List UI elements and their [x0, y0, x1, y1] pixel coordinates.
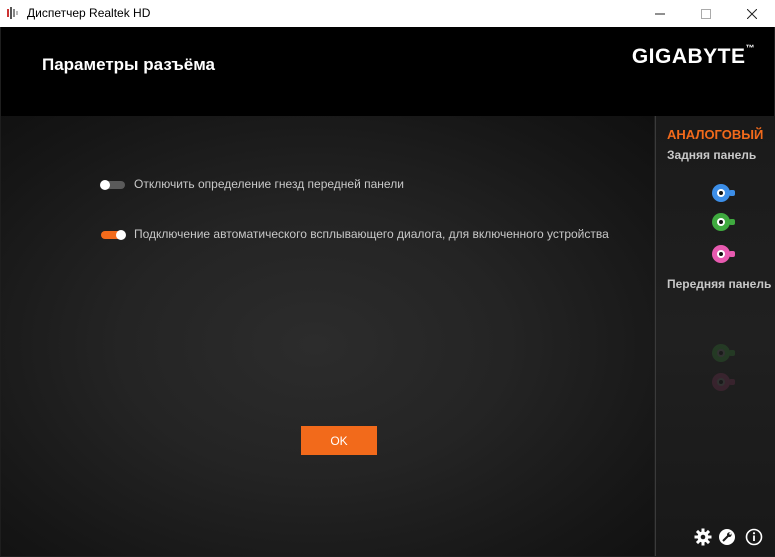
- gear-glyph: [694, 528, 712, 546]
- wrench-glyph: [719, 529, 735, 545]
- info-icon[interactable]: [745, 528, 763, 546]
- jack-core: [717, 189, 725, 197]
- jack-core: [717, 250, 725, 258]
- disable-front-jack-detection-toggle[interactable]: [100, 180, 125, 190]
- disable-front-jack-detection-label: Отключить определение гнезд передней пан…: [134, 177, 404, 191]
- page-title: Параметры разъёма: [42, 55, 215, 74]
- main-panel: Отключить определение гнезд передней пан…: [1, 116, 654, 556]
- header-bar: Параметры разъёма GIGABYTE™: [1, 27, 774, 116]
- rear-panel-label: Задняя панель: [667, 148, 757, 162]
- analog-heading: АНАЛОГОВЫЙ: [667, 127, 764, 142]
- auto-popup-dialog-label: Подключение автоматического всплывающего…: [134, 227, 609, 241]
- jack-hole: [719, 220, 723, 224]
- line-in-jack-icon[interactable]: [712, 184, 735, 202]
- connector-sidebar: АНАЛОГОВЫЙ Задняя панель Передняя панель: [655, 116, 775, 556]
- jack-hole: [719, 191, 723, 195]
- jack-tab: [729, 219, 735, 225]
- jack-tab: [729, 350, 735, 356]
- jack-hole: [719, 351, 723, 355]
- brand-name: GIGABYTE: [631, 45, 746, 68]
- gigabyte-logo: GIGABYTE™: [631, 43, 755, 69]
- window-title: Диспетчер Realtek HD: [27, 6, 151, 20]
- jack-core: [717, 349, 725, 357]
- jack-tab: [729, 251, 735, 257]
- jack-tab: [729, 379, 735, 385]
- close-icon: [747, 8, 757, 19]
- mic-in-jack-icon[interactable]: [712, 245, 735, 263]
- jack-hole: [719, 252, 723, 256]
- line-out-jack-icon[interactable]: [712, 213, 735, 231]
- trademark-mark: ™: [745, 43, 755, 53]
- realtek-speaker-icon: [7, 7, 18, 19]
- info-glyph: [745, 528, 763, 546]
- jack-core: [717, 218, 725, 226]
- minimize-button[interactable]: [637, 0, 683, 27]
- minimize-icon: [655, 13, 665, 14]
- maximize-icon: [701, 8, 711, 19]
- front-panel-label: Передняя панель: [667, 277, 772, 291]
- auto-popup-dialog-toggle[interactable]: [101, 230, 126, 240]
- toggle-knob: [116, 230, 126, 240]
- maximize-button[interactable]: [683, 0, 729, 27]
- jack-core: [717, 378, 725, 386]
- jack-hole: [719, 380, 723, 384]
- front-mic-jack-icon[interactable]: [712, 373, 735, 391]
- front-headphone-jack-icon[interactable]: [712, 344, 735, 362]
- ok-button[interactable]: OK: [301, 426, 377, 455]
- gear-icon[interactable]: [694, 528, 712, 546]
- window-title-bar: Диспетчер Realtek HD: [0, 0, 775, 27]
- jack-tab: [729, 190, 735, 196]
- close-button[interactable]: [729, 0, 775, 27]
- toggle-knob: [100, 180, 110, 190]
- wrench-icon[interactable]: [718, 528, 736, 546]
